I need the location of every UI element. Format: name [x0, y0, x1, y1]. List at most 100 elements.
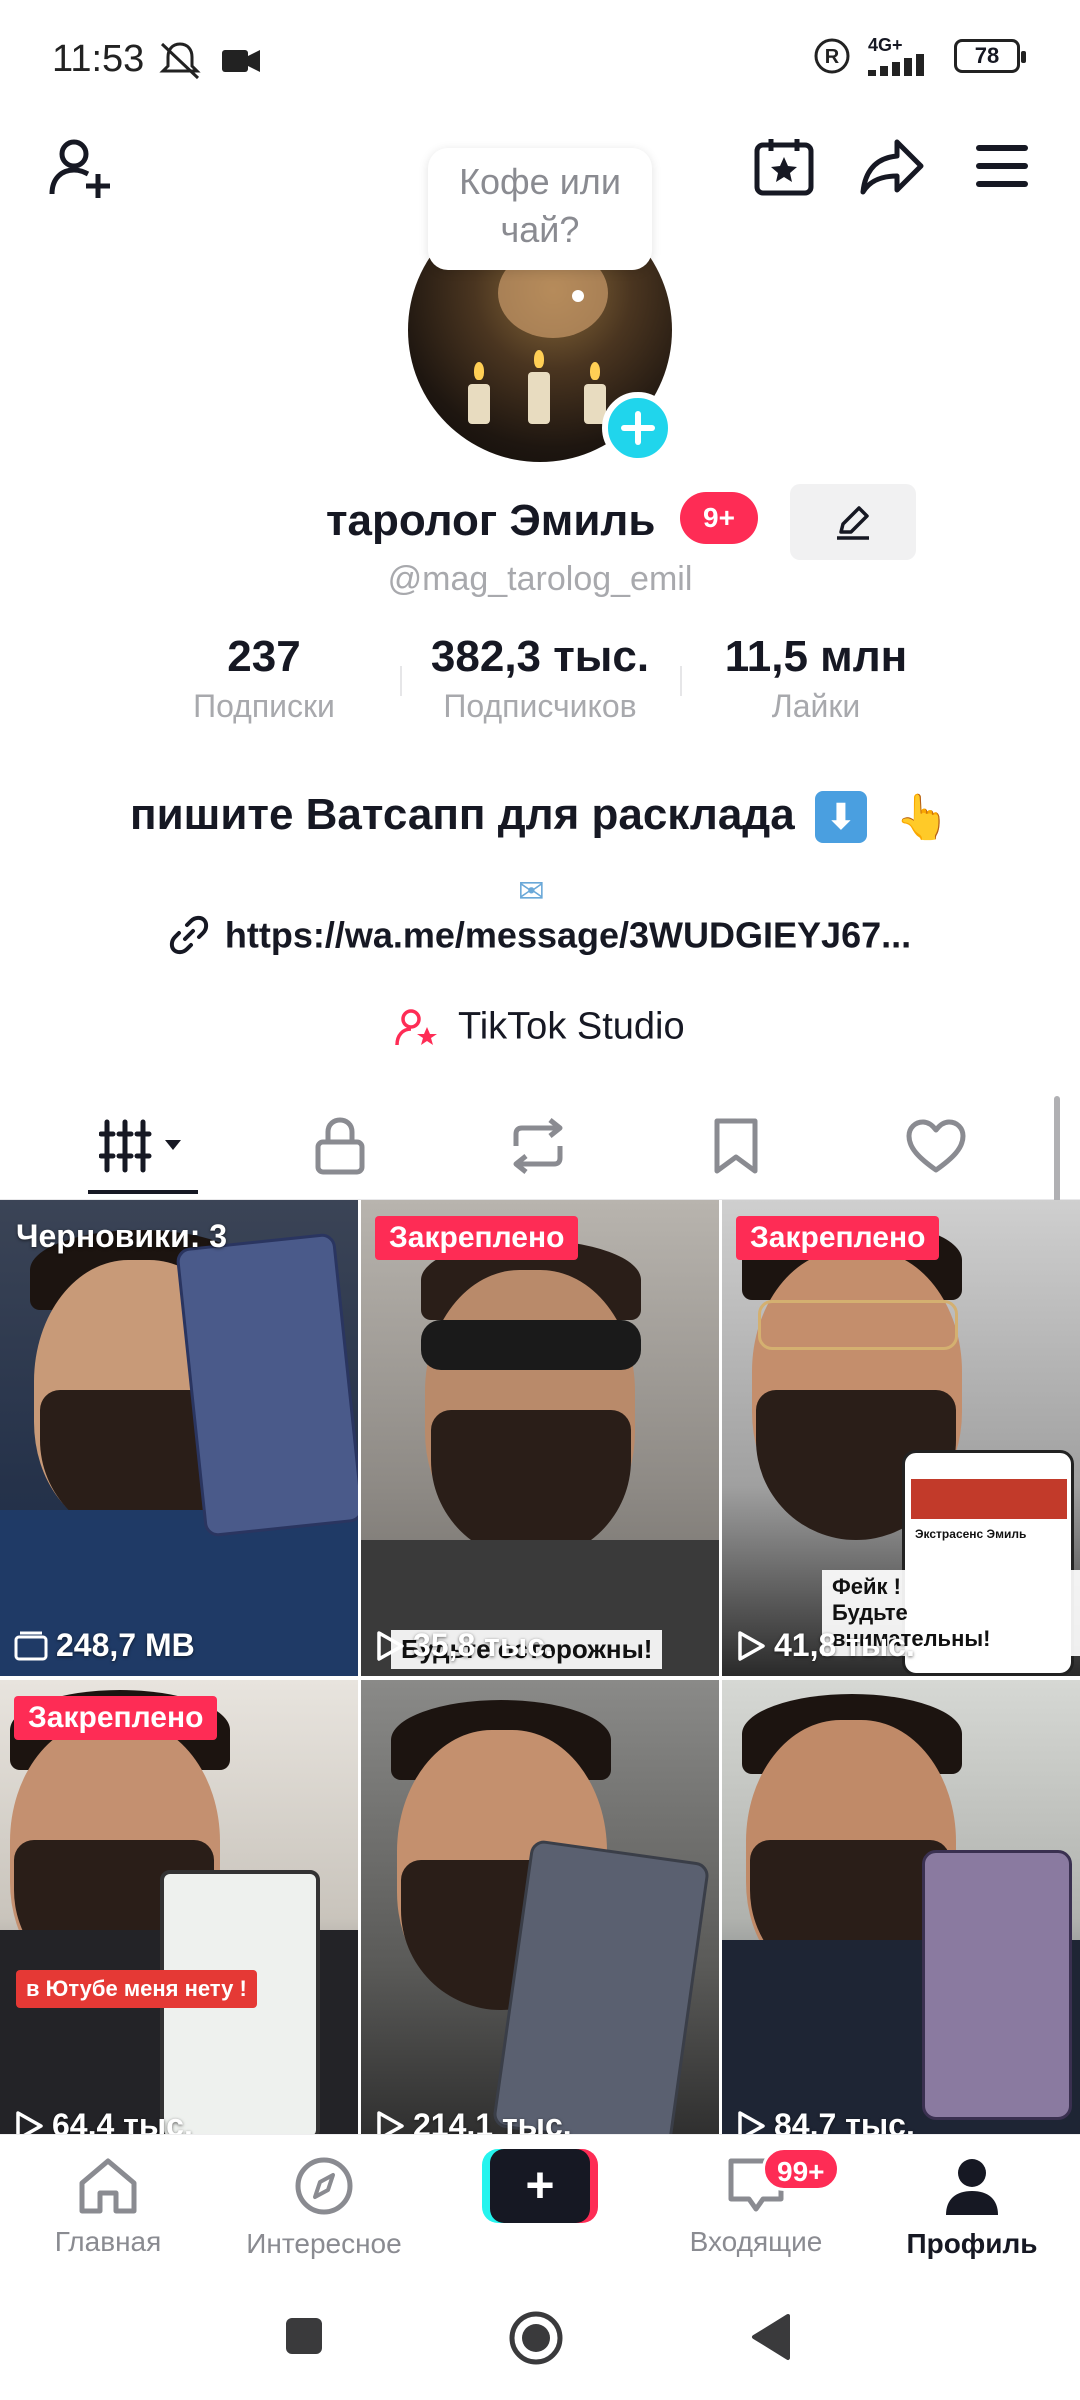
repost-icon: [513, 1118, 563, 1174]
arrow-down-emoji: ⬇: [814, 791, 867, 844]
create-button[interactable]: +: [482, 2149, 598, 2223]
play-icon: [377, 1630, 404, 1661]
video-caption-overlay: в Ютубе меня нету !: [16, 1970, 257, 2008]
name-badge[interactable]: 9+: [680, 492, 758, 544]
stat-followers[interactable]: 382,3 тыс. Подписчиков: [400, 630, 680, 728]
pinned-badge: Закреплено: [736, 1216, 940, 1260]
drafts-label: Черновики: 3: [16, 1218, 228, 1254]
video-tile-drafts[interactable]: Черновики: 3 248,7 MB: [0, 1200, 358, 1676]
calendar-button[interactable]: [744, 126, 824, 206]
home-system-button[interactable]: [508, 2310, 564, 2371]
video-stat-text: 41,8 тыс.: [774, 1627, 915, 1663]
pinned-badge: Закреплено: [375, 1216, 579, 1260]
add-user-button[interactable]: [40, 128, 120, 208]
stat-following[interactable]: 237 Подписки: [164, 630, 364, 728]
battery-icon: 78: [954, 39, 1026, 73]
status-bar: 11:53 R 4G+ 78: [0, 0, 1080, 120]
folder-icon: [14, 1631, 48, 1660]
add-user-icon: [49, 139, 110, 198]
recents-button[interactable]: [282, 2314, 326, 2363]
tab-videos[interactable]: [84, 1110, 204, 1182]
network-label: 4G+: [868, 35, 903, 55]
bottom-nav: Главная Интересное + 99+ Входящие Профил…: [0, 2134, 1080, 2274]
video-stat-text: 248,7 MB: [56, 1627, 195, 1663]
menu-button[interactable]: [962, 126, 1042, 206]
menu-icon: [976, 145, 1028, 187]
status-bubble[interactable]: Кофе или чай?: [428, 148, 652, 270]
bio: пишите Ватсапп для расклада ⬇ 👆: [0, 790, 1080, 844]
video-tile[interactable]: 84,7 тыс.: [722, 1680, 1080, 2140]
stat-likes-value: 11,5 млн: [724, 632, 908, 681]
bubble-tail: [572, 290, 584, 302]
tab-favorites[interactable]: [676, 1110, 796, 1182]
edit-profile-button[interactable]: [790, 484, 916, 560]
inner-profile-title: Экстрасенс Эмиль: [915, 1527, 1027, 1541]
nav-home-label: Главная: [54, 2226, 162, 2257]
svg-text:R: R: [825, 46, 840, 68]
stat-likes-label: Лайки: [771, 688, 861, 724]
video-stat: 35,8 тыс.: [375, 1627, 554, 1664]
studio-person-icon: [395, 1009, 438, 1046]
profile-stats: 237 Подписки 382,3 тыс. Подписчиков 11,5…: [0, 630, 1080, 730]
circle-home-icon: [509, 2311, 563, 2365]
share-button[interactable]: [852, 126, 932, 206]
share-icon: [860, 139, 924, 195]
video-tile[interactable]: 214,1 тыс.: [361, 1680, 719, 2140]
nav-inbox[interactable]: 99+ Входящие: [666, 2147, 846, 2258]
pointing-hand-emoji: 👆: [895, 793, 950, 843]
calendar-star-icon: [754, 139, 814, 196]
heart-icon: [906, 1119, 966, 1173]
compass-icon: [295, 2157, 353, 2215]
nav-home[interactable]: Главная: [18, 2155, 198, 2258]
square-icon: [286, 2318, 322, 2354]
system-nav-bar: [0, 2274, 1080, 2400]
nav-discover-label: Интересное: [246, 2228, 402, 2259]
video-tile[interactable]: в Ютубе меня нету ! Закреплено 64,4 тыс.: [0, 1680, 358, 2140]
status-time: 11:53: [52, 38, 145, 80]
nav-discover[interactable]: Интересное: [234, 2155, 414, 2260]
profile-icon: [946, 2159, 998, 2215]
tab-liked[interactable]: [876, 1110, 996, 1182]
nav-inbox-label: Входящие: [689, 2226, 823, 2257]
video-tile[interactable]: Закреплено Будьте осторожны! 35,8 тыс.: [361, 1200, 719, 1676]
registered-icon: R: [814, 38, 850, 74]
bio-link-text: https://wa.me/message/3WUDGIEYJ67...: [224, 914, 912, 956]
video-grid: Черновики: 3 248,7 MB Закреплено Будьте …: [0, 1200, 1080, 2140]
lock-icon: [315, 1117, 365, 1175]
inbox-badge: 99+: [762, 2147, 840, 2191]
pinned-badge: Закреплено: [14, 1696, 218, 1740]
signal-icon: [868, 54, 924, 76]
profile-name: таролог Эмиль: [326, 496, 656, 545]
bio-link[interactable]: https://wa.me/message/3WUDGIEYJ67...: [0, 912, 1080, 956]
video-tile[interactable]: Экстрасенс Эмиль Фейк ! Будьте вниматель…: [722, 1200, 1080, 1676]
stat-likes[interactable]: 11,5 млн Лайки: [716, 630, 916, 728]
add-story-button[interactable]: [602, 392, 674, 464]
play-icon: [738, 1630, 765, 1661]
name-row: таролог Эмиль 9+: [0, 484, 1080, 560]
nav-profile-label: Профиль: [906, 2228, 1038, 2259]
bio-text: пишите Ватсапп для расклада: [130, 790, 795, 839]
video-stat: 248,7 MB: [14, 1627, 195, 1664]
plus-icon: [621, 411, 655, 445]
bookmark-icon: [714, 1118, 758, 1174]
back-button[interactable]: [748, 2312, 792, 2367]
tab-reposts[interactable]: [478, 1110, 598, 1182]
stat-followers-value: 382,3 тыс.: [430, 632, 650, 681]
profile-tabs: [0, 1090, 1080, 1200]
tiktok-studio-link[interactable]: TikTok Studio: [0, 1004, 1080, 1048]
link-icon: [169, 916, 208, 955]
nav-profile[interactable]: Профиль: [882, 2155, 1062, 2260]
envelope-emoji: ✉: [518, 873, 545, 909]
create-plus-icon: +: [490, 2149, 590, 2223]
profile-handle: @mag_tarolog_emil: [387, 560, 693, 598]
tab-private[interactable]: [280, 1110, 400, 1182]
tiktok-studio-label: TikTok Studio: [457, 1005, 685, 1048]
videos-grid-icon: [99, 1119, 181, 1173]
back-triangle-icon: [752, 2314, 790, 2360]
stat-followers-label: Подписчиков: [443, 688, 637, 724]
video-stat-text: 35,8 тыс.: [413, 1627, 554, 1663]
video-stat: 41,8 тыс.: [736, 1627, 915, 1664]
camera-icon: [222, 50, 260, 72]
battery-level: 78: [974, 43, 1000, 68]
pencil-icon: [837, 506, 869, 540]
